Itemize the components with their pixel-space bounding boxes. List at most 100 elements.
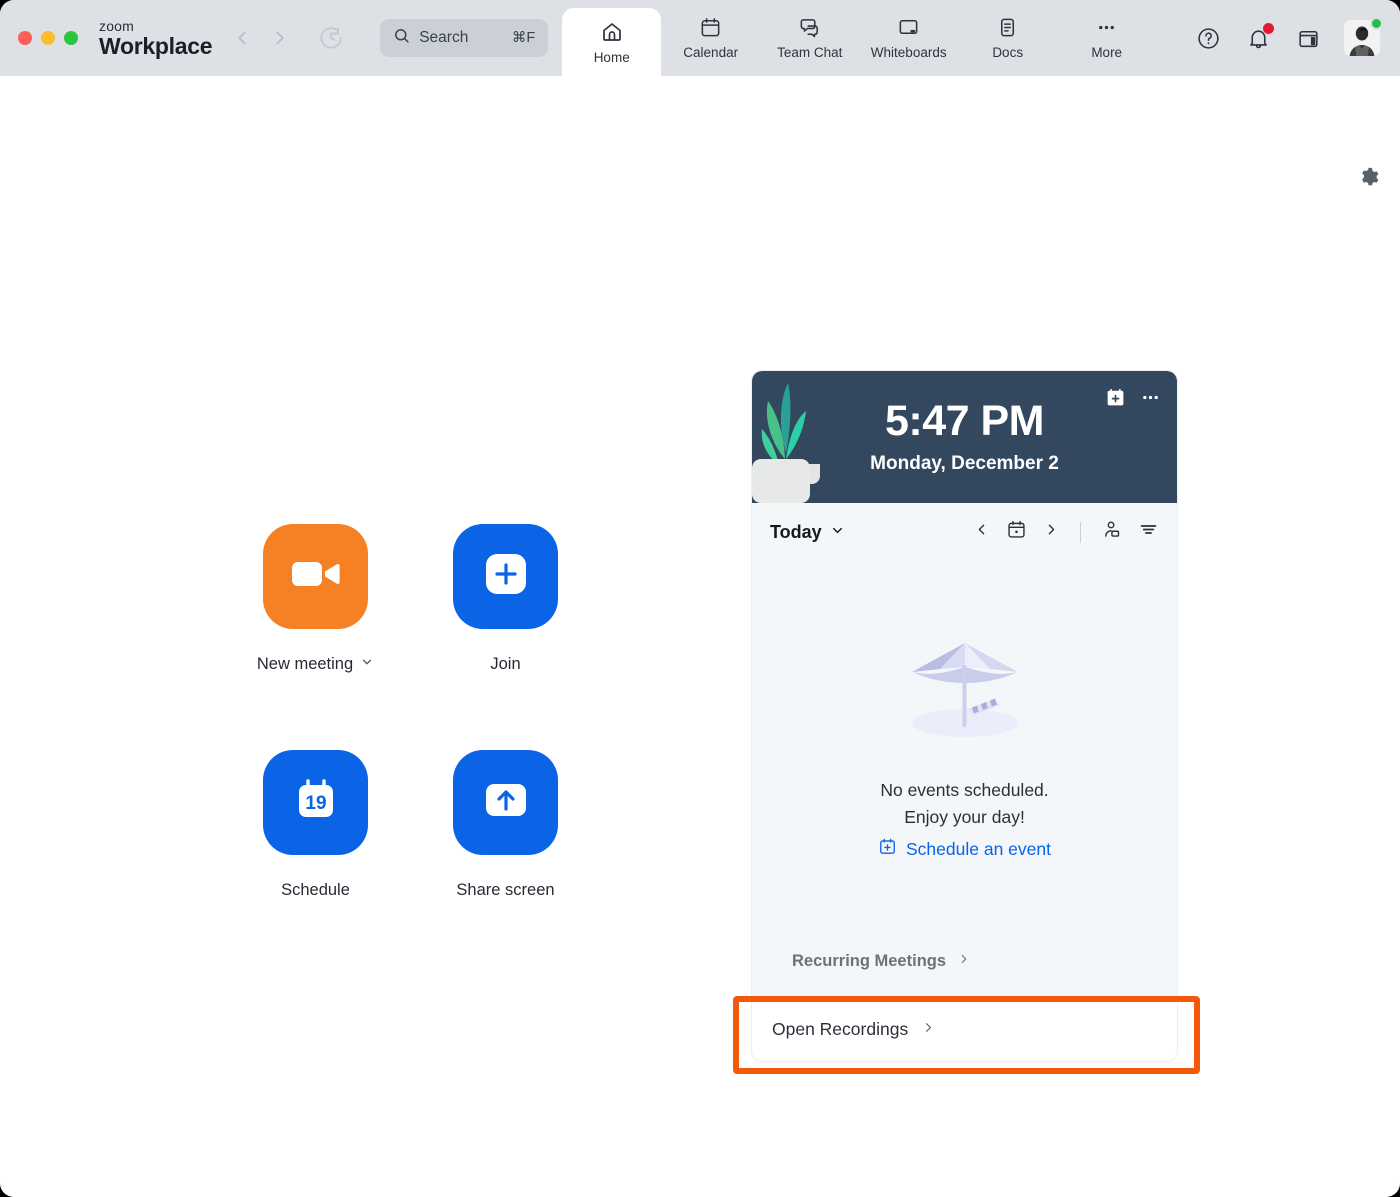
share-screen-action[interactable]: Share screen	[453, 750, 643, 900]
plant-illustration	[752, 371, 832, 503]
join-button[interactable]	[453, 524, 558, 629]
tab-home-label: Home	[593, 49, 630, 65]
more-options-icon[interactable]	[1140, 387, 1161, 413]
open-recordings-link[interactable]: Open Recordings	[772, 1019, 936, 1040]
schedule-an-event-link[interactable]: Schedule an event	[878, 837, 1051, 861]
join-label: Join	[490, 655, 521, 673]
tab-calendar-label: Calendar	[683, 45, 739, 60]
open-recordings-row[interactable]: Open Recordings	[752, 997, 1177, 1061]
tab-whiteboards-label: Whiteboards	[870, 45, 947, 60]
presence-status-dot	[1370, 17, 1383, 30]
today-dropdown[interactable]: Today	[770, 522, 845, 543]
search-shortcut: ⌘F	[511, 30, 536, 46]
current-date: Monday, December 2	[870, 452, 1059, 474]
open-recordings-label: Open Recordings	[772, 1019, 909, 1039]
join-label-row: Join	[453, 655, 558, 674]
join-action[interactable]: Join	[453, 524, 643, 674]
recurring-meetings-label: Recurring Meetings	[792, 951, 947, 970]
navigation-arrows	[230, 0, 292, 76]
maximize-window-button[interactable]	[64, 31, 78, 45]
app-brand: zoom Workplace	[99, 0, 213, 76]
history-icon[interactable]	[318, 0, 344, 76]
avatar[interactable]	[1344, 17, 1383, 56]
up-arrow-screen-icon	[478, 778, 534, 827]
gear-icon[interactable]	[1358, 166, 1380, 193]
brand-workplace-text: Workplace	[99, 32, 213, 59]
calendar-dot-icon[interactable]	[1006, 519, 1027, 545]
time-card-icons	[1105, 387, 1161, 413]
chevron-right-icon	[921, 1019, 936, 1040]
today-label: Today	[770, 521, 822, 542]
empty-state-text: No events scheduled. Enjoy your day!	[880, 777, 1048, 831]
help-icon[interactable]	[1194, 24, 1222, 52]
current-time: 5:47 PM	[884, 396, 1045, 445]
schedule-label-row: Schedule	[263, 881, 368, 900]
schedule-button[interactable]: 19	[263, 750, 368, 855]
window-controls	[0, 0, 78, 76]
main-content: New meeting Join 19 Schedule Share scree…	[0, 76, 1400, 1197]
tab-docs[interactable]: Docs	[958, 0, 1057, 76]
search-icon	[393, 27, 410, 49]
calendar-mini-icon[interactable]	[1294, 24, 1322, 52]
tab-docs-label: Docs	[992, 45, 1024, 60]
titlebar-right-icons	[1194, 0, 1400, 76]
plus-square-icon	[479, 547, 533, 606]
ellipsis-icon	[1095, 16, 1118, 39]
brand-zoom-text: zoom	[99, 17, 135, 34]
recurring-meetings-row[interactable]: Recurring Meetings	[752, 925, 1177, 997]
share-screen-label: Share screen	[456, 881, 555, 899]
main-tabs: Home Calendar Team Chat Whiteboards Docs…	[562, 0, 1156, 76]
empty-state: No events scheduled. Enjoy your day! Sch…	[752, 561, 1177, 925]
calendar-icon	[699, 16, 722, 39]
new-meeting-label-row: New meeting	[257, 655, 372, 674]
video-camera-icon	[290, 556, 342, 597]
close-window-button[interactable]	[18, 31, 32, 45]
svg-text:19: 19	[305, 793, 326, 814]
contact-card-icon[interactable]	[1101, 519, 1122, 545]
new-meeting-action[interactable]: New meeting	[257, 524, 453, 674]
search-input[interactable]: Search ⌘F	[380, 19, 549, 57]
toolbar-divider	[1080, 521, 1081, 543]
filter-icon[interactable]	[1138, 519, 1159, 545]
tab-team-chat-label: Team Chat	[777, 45, 843, 60]
recurring-meetings-link[interactable]: Recurring Meetings	[792, 952, 971, 971]
tab-whiteboards[interactable]: Whiteboards	[859, 0, 958, 76]
share-screen-label-row: Share screen	[453, 881, 558, 900]
forward-arrow-icon[interactable]	[268, 26, 292, 50]
tab-home[interactable]: Home	[562, 8, 662, 76]
search-placeholder: Search	[419, 29, 469, 46]
calendar-toolbar-right	[973, 519, 1159, 545]
chat-bubbles-icon	[798, 16, 821, 39]
calendar-add-icon	[878, 837, 897, 861]
calendar-19-icon: 19	[288, 772, 344, 833]
tab-more[interactable]: More	[1057, 0, 1156, 76]
time-card: 5:47 PM Monday, December 2	[752, 371, 1177, 503]
beach-umbrella-illustration	[890, 625, 1040, 745]
chevron-right-icon	[957, 952, 971, 971]
whiteboard-icon	[897, 16, 920, 39]
chevron-right-icon[interactable]	[1043, 521, 1060, 543]
calendar-add-icon[interactable]	[1105, 387, 1126, 413]
schedule-label: Schedule	[281, 881, 350, 899]
back-arrow-icon[interactable]	[230, 26, 254, 50]
home-icon	[600, 20, 624, 44]
tab-calendar[interactable]: Calendar	[661, 0, 760, 76]
chevron-down-icon[interactable]	[360, 655, 374, 674]
new-meeting-label: New meeting	[256, 655, 354, 673]
calendar-toolbar: Today	[752, 503, 1177, 561]
chevron-down-icon	[830, 522, 845, 543]
schedule-action[interactable]: 19 Schedule	[263, 750, 453, 900]
bell-icon[interactable]	[1244, 23, 1274, 52]
empty-state-line1: No events scheduled.	[880, 780, 1049, 800]
calendar-panel: 5:47 PM Monday, December 2 Today No even…	[752, 371, 1177, 1061]
new-meeting-button[interactable]	[263, 524, 368, 629]
share-screen-button[interactable]	[453, 750, 558, 855]
tab-more-label: More	[1091, 45, 1123, 60]
chevron-left-icon[interactable]	[973, 521, 990, 543]
minimize-window-button[interactable]	[41, 31, 55, 45]
tab-team-chat[interactable]: Team Chat	[760, 0, 859, 76]
doc-icon	[996, 16, 1019, 39]
quick-actions-grid: New meeting Join 19 Schedule Share scree…	[257, 524, 643, 900]
schedule-an-event-label: Schedule an event	[906, 838, 1051, 859]
notification-badge	[1263, 23, 1274, 34]
